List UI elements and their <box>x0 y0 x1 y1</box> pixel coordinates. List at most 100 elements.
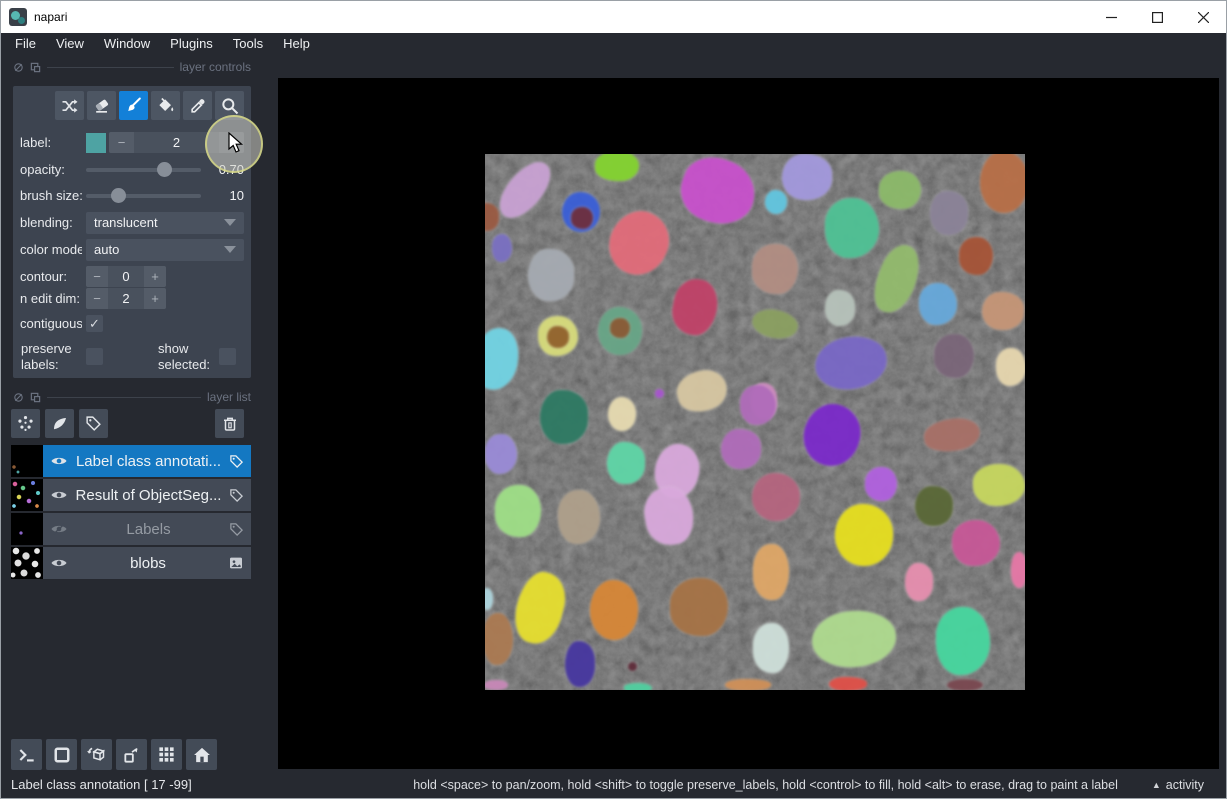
blob <box>495 485 541 537</box>
new-points-layer-button[interactable] <box>11 409 40 438</box>
dock-float-icon[interactable] <box>30 392 41 403</box>
maximize-button[interactable] <box>1134 1 1180 33</box>
blob <box>628 662 637 671</box>
opacity-slider-handle[interactable] <box>157 162 172 177</box>
layer-row-blobs[interactable]: blobs <box>43 547 251 579</box>
brush-size-slider-handle[interactable] <box>111 188 126 203</box>
ndisplay-2d3d-button[interactable] <box>46 739 77 770</box>
blob <box>485 434 517 474</box>
blob <box>624 683 652 690</box>
n-edit-dim-value[interactable]: 2 <box>108 288 144 309</box>
new-labels-layer-button[interactable] <box>79 409 108 438</box>
close-button[interactable] <box>1180 1 1226 33</box>
window-title: napari <box>34 10 67 24</box>
brush-size-label: brush size: <box>20 188 82 203</box>
blob <box>565 641 595 687</box>
contour-increment-button[interactable]: + <box>144 266 166 287</box>
blob <box>610 318 630 338</box>
fill-tool-button[interactable] <box>151 91 180 120</box>
status-help-text: hold <space> to pan/zoom, hold <shift> t… <box>413 778 1118 792</box>
viewer-canvas[interactable] <box>278 78 1219 769</box>
dock-hide-icon[interactable] <box>13 392 24 403</box>
roll-dimensions-button[interactable] <box>81 739 112 770</box>
labels-layer-icon <box>229 454 244 469</box>
layer-entry: Labels <box>11 513 251 545</box>
blob <box>930 191 968 235</box>
delete-layer-button[interactable] <box>215 409 244 438</box>
blending-dropdown[interactable]: translucent <box>86 212 244 234</box>
color-mode-label: color mode: <box>20 242 82 257</box>
opacity-slider-groove[interactable] <box>86 168 201 172</box>
blob <box>485 680 508 690</box>
visibility-eye-icon[interactable] <box>50 554 68 572</box>
color-mode-dropdown[interactable]: auto <box>86 239 244 261</box>
labels-layer-icon <box>229 488 244 503</box>
blob <box>865 467 897 501</box>
menu-plugins[interactable]: Plugins <box>160 33 223 55</box>
blob <box>765 190 787 214</box>
erase-tool-button[interactable] <box>87 91 116 120</box>
visibility-eye-icon[interactable] <box>50 452 68 470</box>
menu-window[interactable]: Window <box>94 33 160 55</box>
contour-value[interactable]: 0 <box>108 266 144 287</box>
preserve-show-row: preservelabels: showselected: <box>20 339 244 373</box>
menu-view[interactable]: View <box>46 33 94 55</box>
shuffle-colors-button[interactable] <box>55 91 84 120</box>
menu-file[interactable]: File <box>5 33 46 55</box>
blob <box>919 283 957 325</box>
color-picker-tool-button[interactable] <box>183 91 212 120</box>
brush-size-slider-groove[interactable] <box>86 194 201 198</box>
menu-help[interactable]: Help <box>273 33 320 55</box>
visibility-eye-off-icon[interactable] <box>50 520 68 538</box>
label-decrement-button[interactable]: − <box>109 132 134 153</box>
home-reset-view-button[interactable] <box>186 739 217 770</box>
n-edit-dim-decrement-button[interactable]: − <box>86 288 108 309</box>
contour-row: contour: − 0 + <box>20 266 244 288</box>
blob <box>670 578 728 636</box>
blob <box>492 234 512 262</box>
layer-row-label-class-annotation[interactable]: Label class annotati... <box>43 445 251 477</box>
header-divider <box>47 67 174 68</box>
layer-list: Label class annotati... Result of Object… <box>11 445 251 581</box>
label-color-swatch[interactable] <box>86 133 106 153</box>
chevron-down-icon <box>224 246 236 253</box>
preserve-labels-label: preservelabels: <box>21 341 72 373</box>
blob <box>934 334 974 378</box>
dock-hide-icon[interactable] <box>13 62 24 73</box>
layer-row-labels[interactable]: Labels <box>43 513 251 545</box>
blob <box>829 677 867 690</box>
napari-window: napari File View Window Plugins Tools He… <box>0 0 1227 799</box>
blob <box>915 486 953 526</box>
blob <box>547 326 569 348</box>
mouse-cursor <box>228 132 246 161</box>
layer-entry: Label class annotati... <box>11 445 251 477</box>
console-button[interactable] <box>11 739 42 770</box>
contour-decrement-button[interactable]: − <box>86 266 108 287</box>
brush-size-slider[interactable] <box>86 185 201 206</box>
label-field-label: label: <box>20 135 82 150</box>
dock-float-icon[interactable] <box>30 62 41 73</box>
blobs-image <box>485 154 1025 690</box>
blob <box>571 207 593 229</box>
transpose-dimensions-button[interactable] <box>116 739 147 770</box>
minimize-button[interactable] <box>1088 1 1134 33</box>
blob <box>721 429 761 469</box>
n-edit-dim-increment-button[interactable]: + <box>144 288 166 309</box>
brush-size-value: 10 <box>230 188 244 203</box>
layer-entry: Result of ObjectSeg... <box>11 479 251 511</box>
titlebar: napari <box>1 1 1226 33</box>
chevron-down-icon <box>224 219 236 226</box>
new-shapes-layer-button[interactable] <box>45 409 74 438</box>
contiguous-checkbox[interactable]: ✓ <box>86 315 103 332</box>
activity-button[interactable]: ▲ activity <box>1152 778 1204 792</box>
menu-tools[interactable]: Tools <box>223 33 273 55</box>
layer-row-result-objectseg[interactable]: Result of ObjectSeg... <box>43 479 251 511</box>
show-selected-checkbox[interactable] <box>219 348 236 365</box>
visibility-eye-icon[interactable] <box>50 486 68 504</box>
layer-name: Labels <box>68 521 229 538</box>
grid-view-button[interactable] <box>151 739 182 770</box>
menubar: File View Window Plugins Tools Help <box>1 33 1226 55</box>
opacity-slider[interactable] <box>86 159 201 180</box>
preserve-labels-checkbox[interactable] <box>86 348 103 365</box>
paint-tool-button[interactable] <box>119 91 148 120</box>
